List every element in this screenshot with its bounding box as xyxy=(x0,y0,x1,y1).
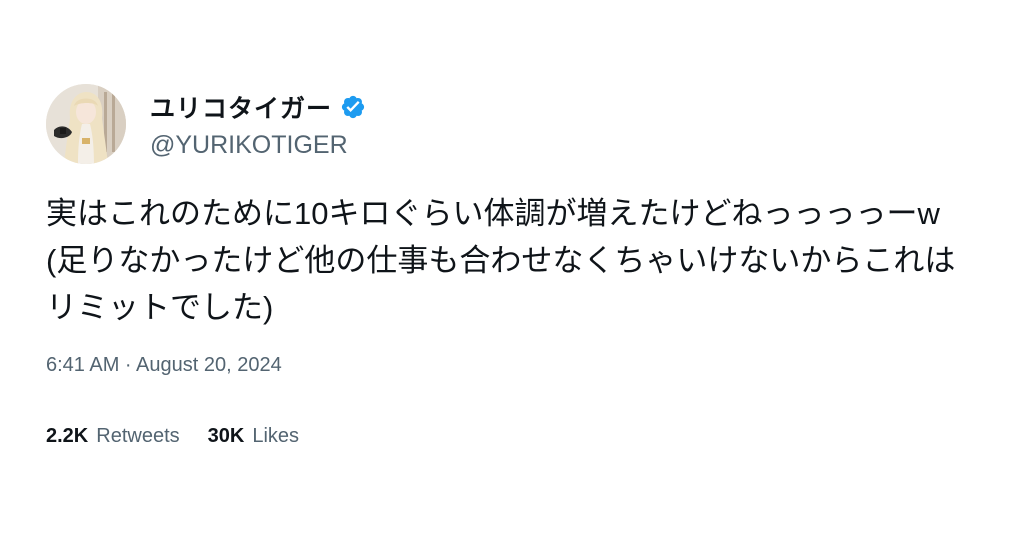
author-identity: ユリコタイガー @YURIKOTIGER xyxy=(150,89,366,160)
tweet-card: ユリコタイガー @YURIKOTIGER 実はこれのために10キロぐらい体調が増… xyxy=(46,84,986,447)
name-row: ユリコタイガー xyxy=(150,89,366,125)
tweet-timestamp[interactable]: 6:41 AM · August 20, 2024 xyxy=(46,354,282,377)
retweets-stat[interactable]: 2.2K Retweets xyxy=(46,425,180,448)
display-name[interactable]: ユリコタイガー xyxy=(150,89,332,125)
tweet-stats: 2.2K Retweets 30K Likes xyxy=(46,425,299,448)
verified-badge-icon xyxy=(340,94,366,120)
avatar[interactable] xyxy=(46,84,126,164)
likes-label: Likes xyxy=(252,425,300,447)
tweet-header: ユリコタイガー @YURIKOTIGER xyxy=(46,84,986,164)
retweets-count: 2.2K xyxy=(46,425,89,447)
likes-stat[interactable]: 30K Likes xyxy=(208,425,299,448)
retweets-label: Retweets xyxy=(96,425,180,447)
tweet-text: 実はこれのために10キロぐらい体調が増えたけどねっっっっーw(足りなかったけど他… xyxy=(46,196,956,325)
likes-count: 30K xyxy=(207,425,245,447)
author-handle[interactable]: @YURIKOTIGER xyxy=(150,131,366,160)
avatar-image xyxy=(46,84,126,164)
